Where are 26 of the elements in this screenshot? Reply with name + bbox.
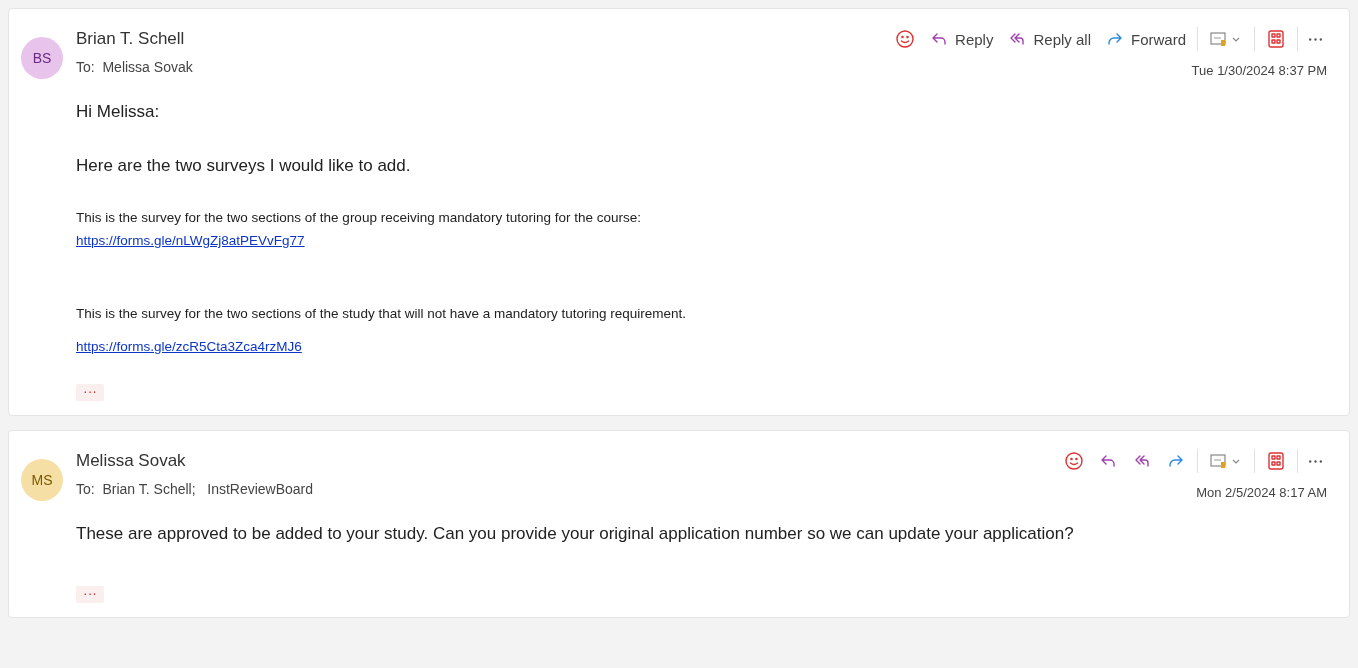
more-icon <box>1309 459 1322 463</box>
body-text: These are approved to be added to your study. Can you provide your original application number so we can update your application? <box>76 524 1075 544</box>
more-icon <box>1309 37 1322 41</box>
link[interactable]: https://forms.gle/nLWgZj8atPEVvFg77 <box>76 233 1327 248</box>
sent-date: Tue 1/30/2024 8:37 PM <box>1191 63 1327 78</box>
apps-icon <box>1266 29 1286 49</box>
smiley-icon <box>1064 451 1084 471</box>
body-text: This is the survey for the two sections of the study that will not have a mandatory tutoring requirement. <box>76 306 688 321</box>
sent-date: Mon 2/5/2024 8:17 AM <box>1196 485 1327 500</box>
smiley-icon <box>895 29 916 49</box>
avatar: MS <box>21 459 63 501</box>
sender-name: Melissa Sovak <box>76 451 187 471</box>
body-text: This is the survey for the two sections of the group receiving mandatory tutoring for the course: <box>76 210 643 225</box>
recipients: To: Brian T. Schell; InstReviewBoard <box>76 481 314 497</box>
sender-name: Brian T. Schell <box>76 29 186 49</box>
show-more-button[interactable]: ··· <box>76 586 104 603</box>
reply-button[interactable]: Reply <box>924 27 999 51</box>
show-more-button[interactable]: ··· <box>76 384 104 401</box>
avatar: BS <box>21 37 63 79</box>
body-text: Here are the two surveys I would like to add. <box>76 156 412 176</box>
body-text: Hi Melissa: <box>76 102 161 122</box>
forward-button[interactable]: Forward <box>1100 27 1191 51</box>
apps-icon <box>1266 451 1286 471</box>
recipients: To: Melissa Sovak <box>76 59 193 75</box>
link[interactable]: https://forms.gle/zcR5Cta3Zca4rzMJ6 <box>76 339 1327 354</box>
reply-all-button[interactable]: Reply all <box>1002 27 1096 51</box>
